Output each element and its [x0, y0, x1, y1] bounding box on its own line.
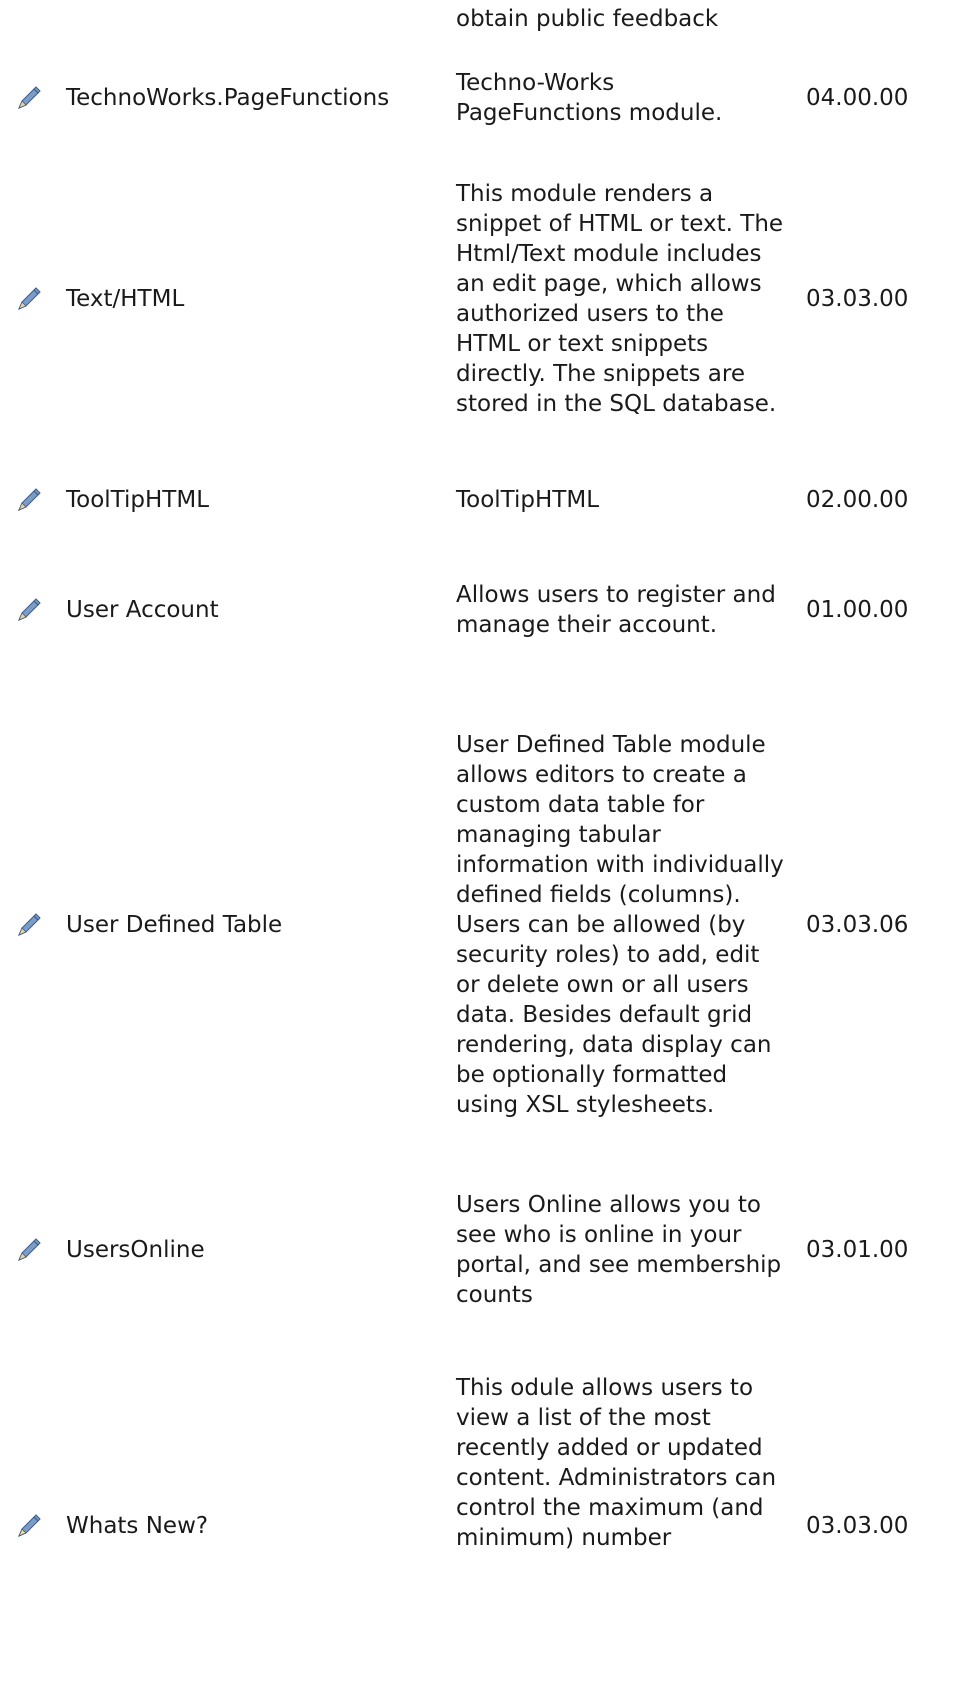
- table-row: Text/HTML This module renders a snippet …: [0, 146, 970, 451]
- pencil-icon[interactable]: [12, 282, 46, 316]
- module-description: This module renders a snippet of HTML or…: [456, 180, 784, 417]
- module-description: Users Online allows you to see who is on…: [456, 1192, 782, 1308]
- table-row: ToolTipHTML ToolTipHTML 02.00.00: [0, 470, 970, 530]
- pencil-icon[interactable]: [12, 1509, 46, 1543]
- module-name: Whats New?: [66, 1513, 209, 1539]
- module-description: User Defined Table module allows editors…: [456, 732, 784, 1118]
- module-version: 03.03.00: [806, 285, 909, 312]
- pencil-icon[interactable]: [12, 483, 46, 517]
- module-name: UsersOnline: [66, 1237, 205, 1263]
- list-item-fragment: obtain public feedback: [0, 0, 970, 50]
- module-description: ToolTipHTML: [456, 487, 600, 513]
- module-description: This odule allows users to view a list o…: [456, 1375, 777, 1551]
- table-row: UsersOnline Users Online allows you to s…: [0, 1180, 970, 1320]
- module-name: ToolTipHTML: [66, 487, 210, 513]
- table-row: Whats New? This odule allows users to vi…: [0, 1350, 970, 1702]
- pencil-icon[interactable]: [12, 1233, 46, 1267]
- module-name: TechnoWorks.PageFunctions: [66, 85, 390, 111]
- module-name: User Account: [66, 597, 219, 623]
- module-version: 04.00.00: [806, 85, 909, 111]
- module-description: Techno-Works PageFunctions module.: [456, 70, 723, 126]
- module-version: 03.01.00: [806, 1237, 909, 1263]
- module-description: Allows users to register and manage thei…: [456, 582, 776, 638]
- module-description: obtain public feedback: [456, 6, 719, 32]
- table-row: User Account Allows users to register an…: [0, 555, 970, 665]
- module-version: 01.00.00: [806, 597, 909, 623]
- module-name: User Defined Table: [66, 912, 283, 938]
- pencil-icon[interactable]: [12, 908, 46, 942]
- pencil-icon[interactable]: [12, 81, 46, 115]
- module-name: Text/HTML: [66, 285, 185, 312]
- pencil-icon[interactable]: [12, 593, 46, 627]
- table-row: TechnoWorks.PageFunctions Techno-Works P…: [0, 58, 970, 138]
- module-version: 03.03.06: [806, 912, 909, 938]
- module-version: 02.00.00: [806, 487, 909, 513]
- module-version: 03.03.00: [806, 1513, 909, 1539]
- table-row: User Defined Table User Defined Table mo…: [0, 690, 970, 1160]
